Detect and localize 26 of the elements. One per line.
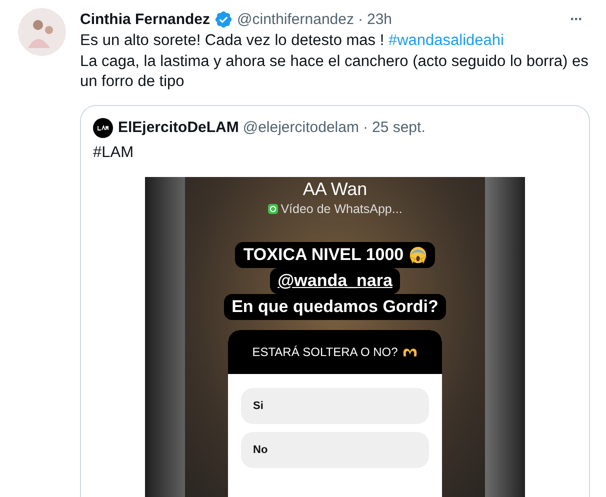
separator-dot: · bbox=[362, 119, 368, 136]
caption-sticker: En que quedamos Gordi? bbox=[224, 294, 446, 320]
quoted-author-handle[interactable]: @elejercitodelam bbox=[242, 119, 359, 136]
quoted-date[interactable]: 25 sept. bbox=[372, 119, 426, 136]
caption-sticker: TOXICA NIVEL 1000 bbox=[235, 242, 435, 268]
more-button[interactable]: ··· bbox=[562, 10, 590, 28]
chat-app-icon bbox=[268, 204, 278, 214]
poll-option: No bbox=[241, 432, 429, 468]
quoted-text: #LAM bbox=[92, 142, 134, 162]
tweet-text: Es un alto sorete! Cada vez lo detesto mas ! #wandasalideahi bbox=[80, 31, 505, 51]
poll-option: Si bbox=[241, 388, 429, 424]
quoted-tweet-card[interactable]: ElEjercitoDeLAM @elejercitodelam · 25 sept. #LAM AA Wan Vídeo de WhatsApp... TOXICA NIVEL 1000 @wanda_nara En que quedamos Gordi? ESTARÁ SOLTERA O NO? Si No bbox=[80, 104, 590, 497]
caption-sticker: @wanda_nara bbox=[270, 268, 400, 294]
tweet-time[interactable]: 23h bbox=[366, 10, 392, 28]
poll-question: ESTARÁ SOLTERA O NO? bbox=[252, 345, 398, 359]
tweet-text: La caga, la lastima y ahora se hace el canchero (acto seguido lo borra) es un forro de tipo bbox=[80, 52, 590, 92]
author-name[interactable]: Cinthia Fernandez bbox=[80, 10, 210, 28]
story-subtitle: Vídeo de WhatsApp... bbox=[280, 202, 402, 216]
heart-hands-icon bbox=[402, 346, 418, 358]
avatar[interactable] bbox=[18, 8, 66, 56]
story-title: AA Wan bbox=[302, 179, 368, 200]
separator-dot: · bbox=[358, 10, 363, 28]
scared-face-icon bbox=[408, 246, 427, 264]
account-logo-icon[interactable] bbox=[93, 118, 113, 138]
quoted-author-name[interactable]: ElEjercitoDeLAM bbox=[118, 119, 239, 136]
author-handle[interactable]: @cinthifernandez bbox=[237, 10, 354, 28]
